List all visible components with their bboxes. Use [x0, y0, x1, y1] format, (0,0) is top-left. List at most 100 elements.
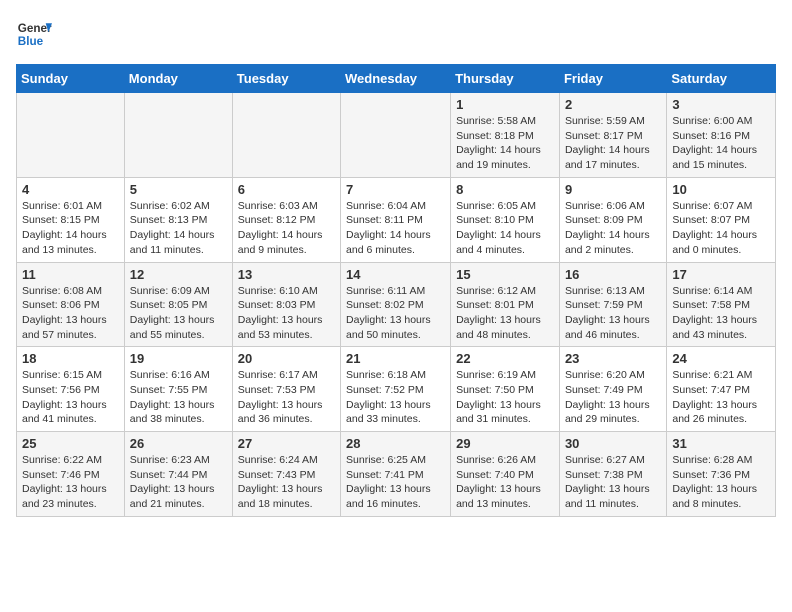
- column-header-friday: Friday: [559, 65, 666, 93]
- day-number: 1: [456, 97, 554, 112]
- day-number: 17: [672, 267, 770, 282]
- day-detail: Sunrise: 6:27 AM Sunset: 7:38 PM Dayligh…: [565, 453, 661, 512]
- day-cell: [124, 93, 232, 178]
- day-detail: Sunrise: 6:15 AM Sunset: 7:56 PM Dayligh…: [22, 368, 119, 427]
- svg-text:Blue: Blue: [18, 35, 44, 48]
- day-cell: 18 Sunrise: 6:15 AM Sunset: 7:56 PM Dayli…: [17, 347, 125, 432]
- day-number: 6: [238, 182, 335, 197]
- day-cell: 2 Sunrise: 5:59 AM Sunset: 8:17 PM Daylig…: [559, 93, 666, 178]
- day-number: 21: [346, 351, 445, 366]
- column-header-sunday: Sunday: [17, 65, 125, 93]
- column-header-monday: Monday: [124, 65, 232, 93]
- day-cell: 12 Sunrise: 6:09 AM Sunset: 8:05 PM Dayli…: [124, 262, 232, 347]
- day-cell: 30 Sunrise: 6:27 AM Sunset: 7:38 PM Dayli…: [559, 432, 666, 517]
- day-cell: 25Sunrise: 6:22 AM Sunset: 7:46 PM Dayli…: [17, 432, 125, 517]
- day-cell: 24 Sunrise: 6:21 AM Sunset: 7:47 PM Dayli…: [667, 347, 776, 432]
- day-detail: Sunrise: 6:18 AM Sunset: 7:52 PM Dayligh…: [346, 368, 445, 427]
- day-number: 4: [22, 182, 119, 197]
- day-detail: Sunrise: 6:19 AM Sunset: 7:50 PM Dayligh…: [456, 368, 554, 427]
- day-cell: 28 Sunrise: 6:25 AM Sunset: 7:41 PM Dayli…: [341, 432, 451, 517]
- day-number: 26: [130, 436, 227, 451]
- day-number: 14: [346, 267, 445, 282]
- day-number: 30: [565, 436, 661, 451]
- calendar-body: 1 Sunrise: 5:58 AM Sunset: 8:18 PM Daylig…: [17, 93, 776, 517]
- day-detail: Sunrise: 6:24 AM Sunset: 7:43 PM Dayligh…: [238, 453, 335, 512]
- day-detail: Sunrise: 6:23 AM Sunset: 7:44 PM Dayligh…: [130, 453, 227, 512]
- page-header: General Blue: [16, 16, 776, 52]
- day-number: 13: [238, 267, 335, 282]
- day-number: 12: [130, 267, 227, 282]
- column-header-wednesday: Wednesday: [341, 65, 451, 93]
- day-cell: 17 Sunrise: 6:14 AM Sunset: 7:58 PM Dayli…: [667, 262, 776, 347]
- column-header-saturday: Saturday: [667, 65, 776, 93]
- day-detail: Sunrise: 6:26 AM Sunset: 7:40 PM Dayligh…: [456, 453, 554, 512]
- day-detail: Sunrise: 6:08 AM Sunset: 8:06 PM Dayligh…: [22, 284, 119, 343]
- week-row-2: 4 Sunrise: 6:01 AM Sunset: 8:15 PM Daylig…: [17, 177, 776, 262]
- day-cell: [341, 93, 451, 178]
- week-row-4: 18 Sunrise: 6:15 AM Sunset: 7:56 PM Dayli…: [17, 347, 776, 432]
- day-detail: Sunrise: 6:25 AM Sunset: 7:41 PM Dayligh…: [346, 453, 445, 512]
- day-detail: Sunrise: 6:04 AM Sunset: 8:11 PM Dayligh…: [346, 199, 445, 258]
- day-detail: Sunrise: 6:06 AM Sunset: 8:09 PM Dayligh…: [565, 199, 661, 258]
- day-cell: 11 Sunrise: 6:08 AM Sunset: 8:06 PM Dayli…: [17, 262, 125, 347]
- week-row-3: 11 Sunrise: 6:08 AM Sunset: 8:06 PM Dayli…: [17, 262, 776, 347]
- day-detail: Sunrise: 6:16 AM Sunset: 7:55 PM Dayligh…: [130, 368, 227, 427]
- column-header-thursday: Thursday: [451, 65, 560, 93]
- day-cell: 22 Sunrise: 6:19 AM Sunset: 7:50 PM Dayli…: [451, 347, 560, 432]
- day-cell: 4 Sunrise: 6:01 AM Sunset: 8:15 PM Daylig…: [17, 177, 125, 262]
- day-detail: Sunrise: 5:58 AM Sunset: 8:18 PM Dayligh…: [456, 114, 554, 173]
- day-number: 31: [672, 436, 770, 451]
- day-cell: 3 Sunrise: 6:00 AM Sunset: 8:16 PM Daylig…: [667, 93, 776, 178]
- day-number: 19: [130, 351, 227, 366]
- day-detail: Sunrise: 6:11 AM Sunset: 8:02 PM Dayligh…: [346, 284, 445, 343]
- day-cell: 5Sunrise: 6:02 AM Sunset: 8:13 PM Daylig…: [124, 177, 232, 262]
- day-cell: 23Sunrise: 6:20 AM Sunset: 7:49 PM Dayli…: [559, 347, 666, 432]
- day-cell: 29Sunrise: 6:26 AM Sunset: 7:40 PM Dayli…: [451, 432, 560, 517]
- day-cell: 15 Sunrise: 6:12 AM Sunset: 8:01 PM Dayli…: [451, 262, 560, 347]
- week-row-5: 25Sunrise: 6:22 AM Sunset: 7:46 PM Dayli…: [17, 432, 776, 517]
- day-detail: Sunrise: 5:59 AM Sunset: 8:17 PM Dayligh…: [565, 114, 661, 173]
- day-cell: 14 Sunrise: 6:11 AM Sunset: 8:02 PM Dayli…: [341, 262, 451, 347]
- day-number: 22: [456, 351, 554, 366]
- day-detail: Sunrise: 6:17 AM Sunset: 7:53 PM Dayligh…: [238, 368, 335, 427]
- day-cell: 27 Sunrise: 6:24 AM Sunset: 7:43 PM Dayli…: [232, 432, 340, 517]
- day-detail: Sunrise: 6:00 AM Sunset: 8:16 PM Dayligh…: [672, 114, 770, 173]
- day-detail: Sunrise: 6:01 AM Sunset: 8:15 PM Dayligh…: [22, 199, 119, 258]
- day-number: 9: [565, 182, 661, 197]
- day-number: 2: [565, 97, 661, 112]
- day-cell: [232, 93, 340, 178]
- day-detail: Sunrise: 6:10 AM Sunset: 8:03 PM Dayligh…: [238, 284, 335, 343]
- day-number: 23: [565, 351, 661, 366]
- day-detail: Sunrise: 6:07 AM Sunset: 8:07 PM Dayligh…: [672, 199, 770, 258]
- day-number: 16: [565, 267, 661, 282]
- day-cell: 31 Sunrise: 6:28 AM Sunset: 7:36 PM Dayli…: [667, 432, 776, 517]
- day-cell: 10 Sunrise: 6:07 AM Sunset: 8:07 PM Dayli…: [667, 177, 776, 262]
- day-number: 8: [456, 182, 554, 197]
- day-number: 15: [456, 267, 554, 282]
- day-detail: Sunrise: 6:05 AM Sunset: 8:10 PM Dayligh…: [456, 199, 554, 258]
- day-number: 18: [22, 351, 119, 366]
- day-number: 11: [22, 267, 119, 282]
- week-row-1: 1 Sunrise: 5:58 AM Sunset: 8:18 PM Daylig…: [17, 93, 776, 178]
- day-cell: 13 Sunrise: 6:10 AM Sunset: 8:03 PM Dayli…: [232, 262, 340, 347]
- day-number: 28: [346, 436, 445, 451]
- day-cell: 8 Sunrise: 6:05 AM Sunset: 8:10 PM Daylig…: [451, 177, 560, 262]
- day-detail: Sunrise: 6:28 AM Sunset: 7:36 PM Dayligh…: [672, 453, 770, 512]
- day-detail: Sunrise: 6:14 AM Sunset: 7:58 PM Dayligh…: [672, 284, 770, 343]
- day-detail: Sunrise: 6:21 AM Sunset: 7:47 PM Dayligh…: [672, 368, 770, 427]
- day-detail: Sunrise: 6:12 AM Sunset: 8:01 PM Dayligh…: [456, 284, 554, 343]
- day-cell: [17, 93, 125, 178]
- day-number: 27: [238, 436, 335, 451]
- day-detail: Sunrise: 6:09 AM Sunset: 8:05 PM Dayligh…: [130, 284, 227, 343]
- day-number: 24: [672, 351, 770, 366]
- day-number: 20: [238, 351, 335, 366]
- column-header-tuesday: Tuesday: [232, 65, 340, 93]
- day-number: 5: [130, 182, 227, 197]
- day-cell: 6Sunrise: 6:03 AM Sunset: 8:12 PM Daylig…: [232, 177, 340, 262]
- day-number: 10: [672, 182, 770, 197]
- day-cell: 26 Sunrise: 6:23 AM Sunset: 7:44 PM Dayli…: [124, 432, 232, 517]
- calendar-table: SundayMondayTuesdayWednesdayThursdayFrid…: [16, 64, 776, 517]
- calendar-header-row: SundayMondayTuesdayWednesdayThursdayFrid…: [17, 65, 776, 93]
- logo: General Blue: [16, 16, 52, 52]
- day-number: 3: [672, 97, 770, 112]
